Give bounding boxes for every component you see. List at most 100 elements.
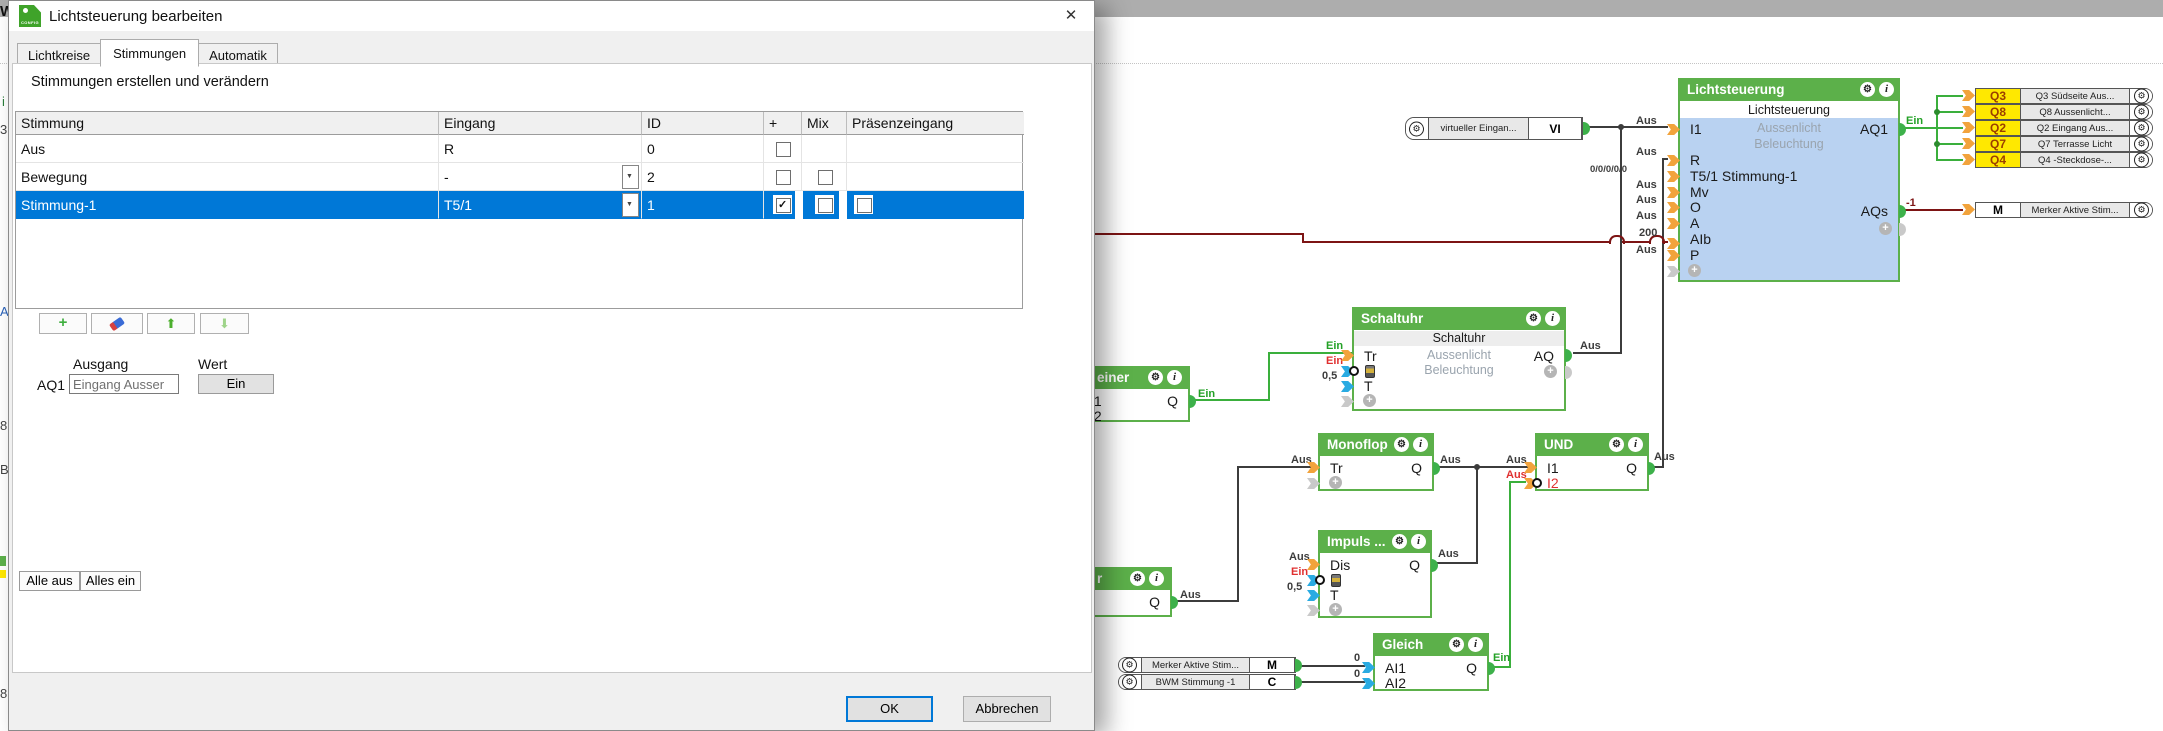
input-connector[interactable] [1362,678,1375,689]
output-actor-q7[interactable]: Q7 Q7 Terrasse Licht [1975,136,2153,152]
gear-icon[interactable] [2134,203,2149,218]
stimmungen-table[interactable]: Stimmung Eingang ID + Mix Präsenzeingang… [15,111,1023,309]
info-icon[interactable] [1628,437,1643,452]
gear-icon[interactable] [1392,534,1407,549]
gear-icon[interactable] [1609,437,1624,452]
ausgang-value-input[interactable] [69,374,179,394]
column-header-id[interactable]: ID [642,112,764,135]
input-connector[interactable] [1962,154,1975,165]
input-connector[interactable] [1667,124,1680,135]
output-connector[interactable] [1295,676,1302,689]
close-icon[interactable] [1062,7,1080,25]
input-connector[interactable] [1962,138,1975,149]
cell-eingang[interactable]: - [439,163,642,191]
function-block-lichtsteuerung[interactable]: Lichtsteuerung Lichtsteuerung Aussenlich… [1678,78,1900,282]
output-connector[interactable] [1899,223,1906,236]
output-connector[interactable] [1899,123,1906,136]
gear-icon[interactable] [2134,153,2149,168]
info-icon[interactable] [1149,571,1164,586]
output-connector[interactable] [1583,122,1590,135]
table-row-aus[interactable]: Aus R 0 [16,135,1022,163]
input-connector[interactable] [1962,122,1975,133]
table-row-bewegung[interactable]: Bewegung - 2 [16,163,1022,191]
output-connector[interactable] [1899,205,1906,218]
gear-icon[interactable] [2134,89,2149,104]
eingang-dropdown[interactable] [622,165,639,189]
input-connector[interactable] [1667,187,1680,198]
input-connector[interactable] [1667,202,1680,213]
output-connector[interactable] [1565,349,1572,362]
move-up-button[interactable]: ⬆ [147,313,195,334]
input-connector[interactable] [1667,238,1680,249]
output-connector[interactable] [1431,559,1438,572]
gear-icon[interactable] [1148,370,1163,385]
gear-icon[interactable] [1130,571,1145,586]
column-header-mix[interactable]: Mix [802,112,847,135]
add-input-icon[interactable] [1363,394,1376,407]
checkbox-plus[interactable] [776,142,791,157]
function-block-gleich[interactable]: Gleich AI1 AI2 Q [1373,633,1489,691]
column-header-praesenzeingang[interactable]: Präsenzeingang [847,112,1024,135]
info-icon[interactable] [1545,311,1560,326]
delete-stimmung-button[interactable] [91,313,143,334]
dialog-titlebar[interactable]: CONFIG Lichtsteuerung bearbeiten [9,1,1094,31]
alle-aus-button[interactable]: Alle aus [19,571,80,591]
output-connector[interactable] [1189,395,1196,408]
function-block-impuls[interactable]: Impuls ... Dis T Q [1318,530,1432,618]
input-connector[interactable] [1341,381,1354,392]
output-connector[interactable] [1171,596,1178,609]
wert-ein-button[interactable]: Ein [198,374,274,394]
input-connector[interactable] [1962,106,1975,117]
output-connector[interactable] [1433,462,1440,475]
gear-icon[interactable] [2134,137,2149,152]
output-actor-q2[interactable]: Q2 Q2 Eingang Aus... [1975,120,2153,136]
checkbox-plus[interactable] [776,198,791,213]
merker-source[interactable]: Merker Aktive Stim... M [1118,657,1296,673]
column-header-plus[interactable]: + [764,112,802,135]
output-connector[interactable] [1295,659,1302,672]
checkbox-plus[interactable] [776,170,791,185]
gear-icon[interactable] [1122,658,1137,673]
output-actor-q4[interactable]: Q4 Q4 -Steckdose-... [1975,152,2153,168]
input-connector[interactable] [1962,90,1975,101]
cell-eingang[interactable]: R [439,135,642,163]
column-header-stimmung[interactable]: Stimmung [16,112,439,135]
gear-icon[interactable] [1122,675,1137,690]
info-icon[interactable] [1468,637,1483,652]
add-input-icon[interactable] [1688,264,1701,277]
info-icon[interactable] [1411,534,1426,549]
input-connector[interactable] [1962,204,1975,215]
input-connector[interactable] [1341,396,1354,407]
gear-icon[interactable] [1409,121,1424,136]
input-connector[interactable] [1307,559,1320,570]
output-merker[interactable]: M Merker Aktive Stim... [1975,202,2153,218]
input-connector[interactable] [1667,218,1680,229]
ok-button[interactable]: OK [846,696,933,722]
gear-icon[interactable] [1860,82,1875,97]
add-input-icon[interactable] [1329,476,1342,489]
gear-icon[interactable] [1394,437,1409,452]
output-connector[interactable] [1565,366,1572,379]
eingang-dropdown[interactable] [622,193,639,217]
function-block-schaltuhr[interactable]: Schaltuhr Schaltuhr Aussenlicht Beleucht… [1352,307,1566,411]
input-connector[interactable] [1667,155,1680,166]
input-connector[interactable] [1667,266,1680,277]
tab-stimmungen[interactable]: Stimmungen [100,39,199,67]
info-icon[interactable] [1167,370,1182,385]
add-input-icon[interactable] [1329,603,1342,616]
add-stimmung-button[interactable]: + [39,313,87,334]
column-header-eingang[interactable]: Eingang [439,112,642,135]
input-connector[interactable] [1667,250,1680,261]
output-actor-q8[interactable]: Q8 Q8 Aussenlicht... [1975,104,2153,120]
checkbox-mix[interactable] [818,198,833,213]
add-output-icon[interactable] [1544,365,1557,378]
info-icon[interactable] [1879,82,1894,97]
input-connector[interactable] [1307,590,1320,601]
input-connector[interactable] [1307,478,1320,489]
info-icon[interactable] [1413,437,1428,452]
checkbox-praesenz[interactable] [857,198,872,213]
cell-eingang[interactable]: T5/1 [439,191,642,219]
abbrechen-button[interactable]: Abbrechen [963,696,1051,722]
gear-icon[interactable] [1449,637,1464,652]
alles-ein-button[interactable]: Alles ein [80,571,141,591]
